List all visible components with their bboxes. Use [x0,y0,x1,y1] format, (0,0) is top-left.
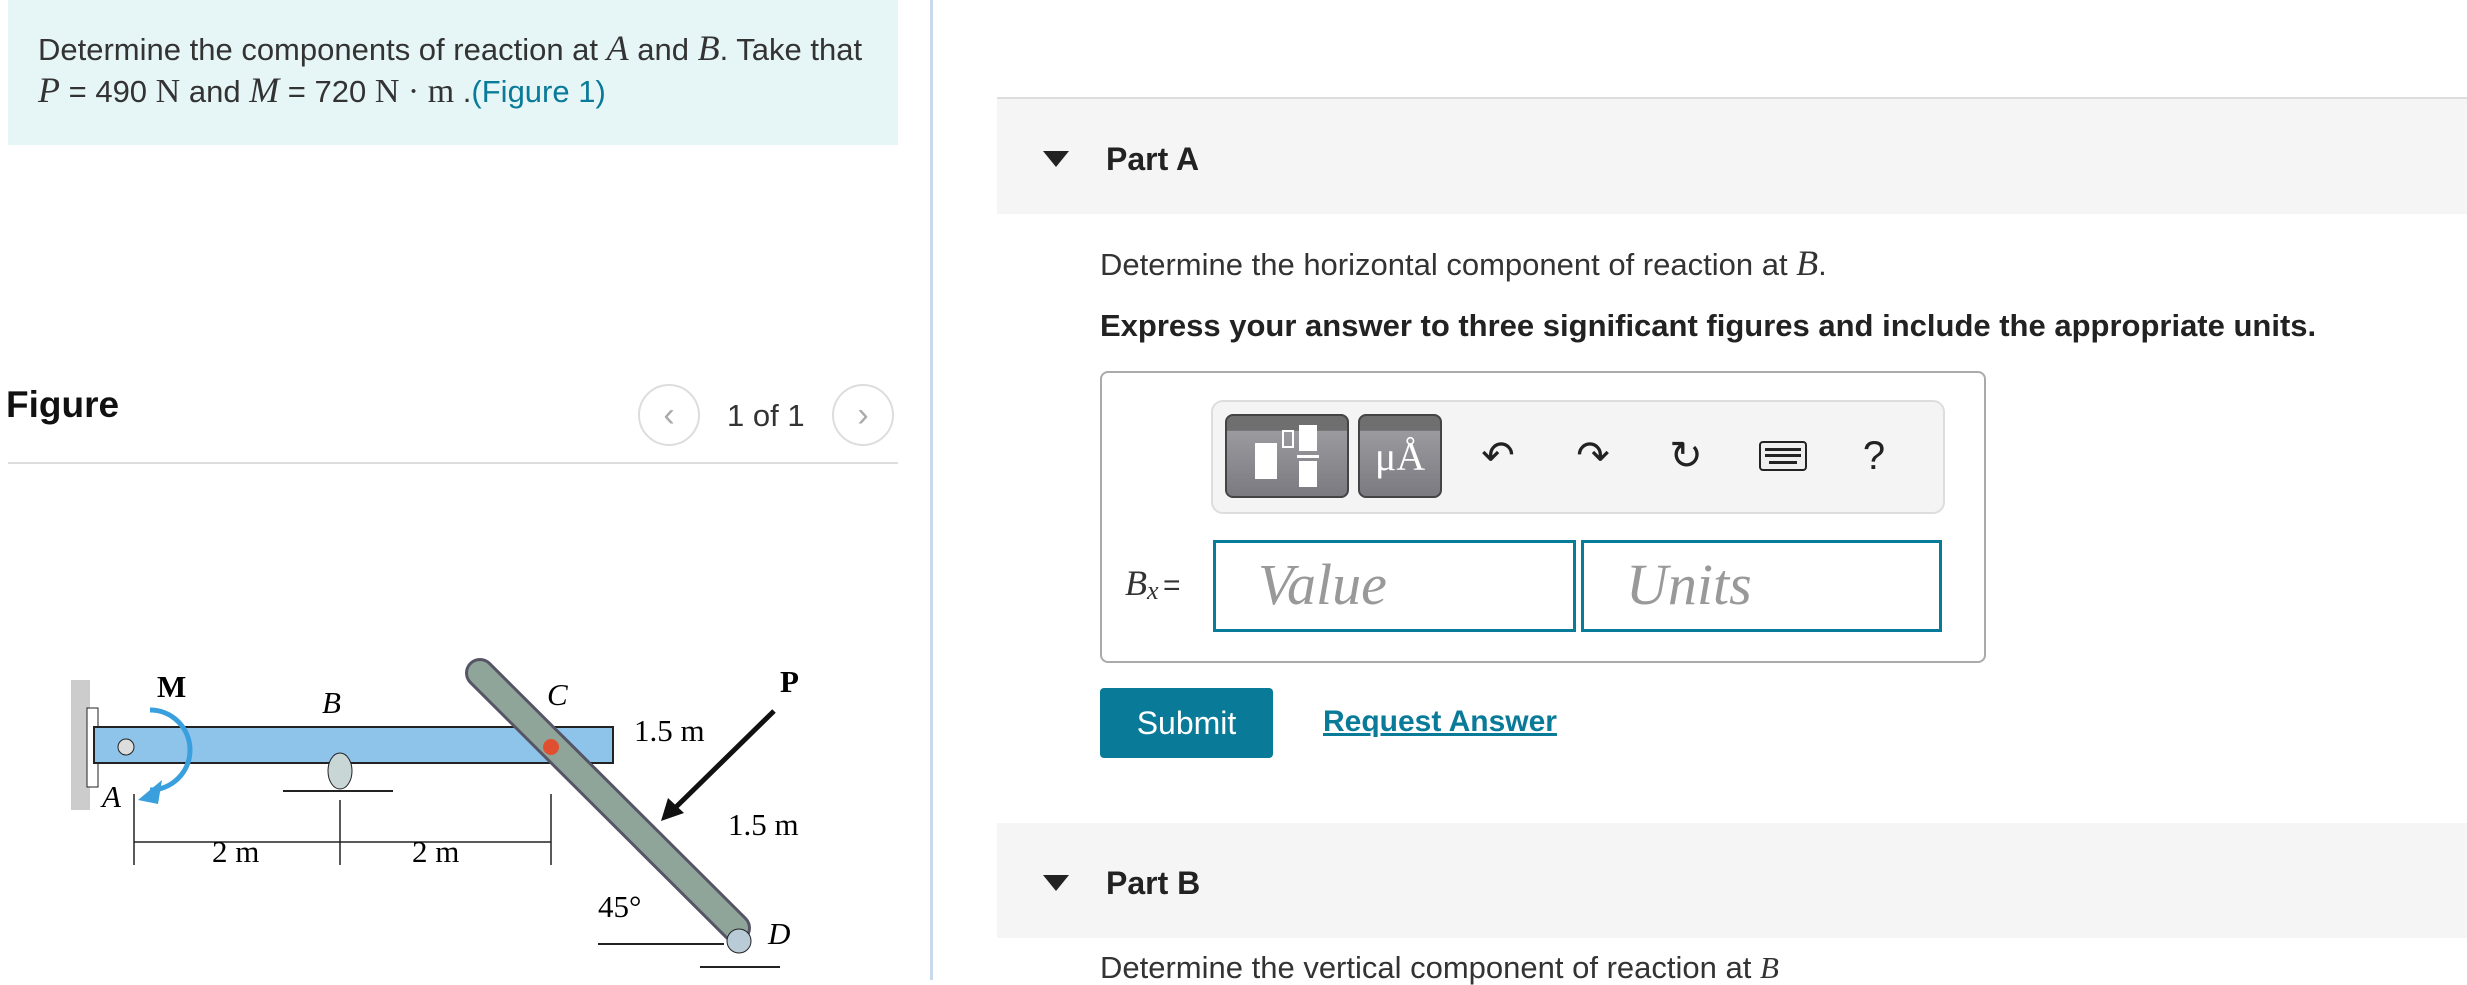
label-p: P [780,664,799,699]
label-m: M [157,669,186,704]
help-button[interactable]: ? [1849,428,1899,484]
problem-text: . Take that [719,32,863,67]
value-input[interactable]: Value [1213,540,1576,632]
dim-2m-1: 2 m [212,834,259,869]
part-b-header[interactable]: Part B [997,823,2467,938]
label-c: C [547,677,568,712]
problem-text: and [180,74,250,109]
next-figure-button[interactable]: › [832,384,894,446]
undo-icon: ↶ [1481,434,1515,478]
question-text: . [1818,247,1827,282]
reset-icon: ↻ [1669,434,1703,478]
chevron-left-icon: ‹ [663,395,675,434]
subscript-x: x [1147,576,1159,606]
label-d: D [767,916,790,951]
redo-button[interactable]: ↷ [1568,428,1618,484]
keyboard-button[interactable] [1758,428,1808,484]
support-b [327,752,353,790]
var-a: A [606,28,629,68]
question-text: Determine the horizontal component of re… [1100,247,1797,282]
figure-image: M B C P A D 2 m 2 m 1.5 m 1.5 m 45° [71,658,799,968]
fraction-templates-icon [1255,425,1319,487]
units-placeholder: Units [1626,552,1752,617]
part-a-header[interactable]: Part A [997,99,2467,214]
instruction: Express your answer to three significant… [1100,308,2317,343]
part-b-question: Determine the vertical component of reac… [1100,952,1779,983]
units-label: μÅ [1374,433,1426,479]
problem-statement: Determine the components of reaction at … [8,0,898,145]
var-p: P [38,70,60,110]
prev-figure-button[interactable]: ‹ [638,384,700,446]
figure-title: Figure [6,384,120,425]
problem-text: = 720 [279,74,375,109]
label-b: B [322,685,341,720]
part-a-question: Determine the horizontal component of re… [1100,242,1827,284]
pin-d [726,928,752,954]
pin-a [117,738,135,756]
dim-2m-2: 2 m [412,834,459,869]
keyboard-icon [1759,441,1807,471]
problem-text: . [454,74,472,109]
templates-button[interactable] [1225,414,1349,498]
redo-icon: ↷ [1576,434,1610,478]
units-input[interactable]: Units [1581,540,1942,632]
moment-arrowhead [138,780,162,804]
figure-link[interactable]: (Figure 1) [471,74,605,109]
divider [8,462,898,464]
collapse-triangle-icon[interactable] [1043,875,1069,891]
math-toolbar: μÅ ↶ ↷ ↻ ? [1211,400,1945,514]
collapse-triangle-icon[interactable] [1043,151,1069,167]
problem-text: and [628,32,698,67]
unit-nm: N · m [374,73,455,110]
reset-button[interactable]: ↻ [1661,428,1711,484]
answer-label: Bx = [1125,562,1181,606]
var-b: B [1796,243,1819,283]
pin-c [543,739,559,755]
unit-n: N [155,73,181,110]
panel-divider [930,0,933,980]
figure-counter: 1 of 1 [727,398,805,433]
submit-button[interactable]: Submit [1100,688,1273,758]
label-a: A [100,779,122,814]
dim-1.5m-2: 1.5 m [728,807,799,842]
dim-1.5m-1: 1.5 m [634,713,705,748]
units-button[interactable]: μÅ [1358,414,1442,498]
part-a-title: Part A [1106,141,1200,177]
chevron-right-icon: › [857,395,869,434]
undo-button[interactable]: ↶ [1473,428,1523,484]
var-b: B [697,28,720,68]
help-icon: ? [1862,433,1886,478]
problem-text: = 490 [60,74,156,109]
equals-sign: = [1163,569,1181,602]
var-b: B [1125,563,1147,603]
var-m: M [249,70,280,110]
problem-text: Determine the components of reaction at [38,32,607,67]
request-answer-link[interactable]: Request Answer [1323,705,1557,739]
part-b-title: Part B [1106,865,1201,901]
value-placeholder: Value [1258,552,1387,617]
angle-45: 45° [598,889,641,924]
